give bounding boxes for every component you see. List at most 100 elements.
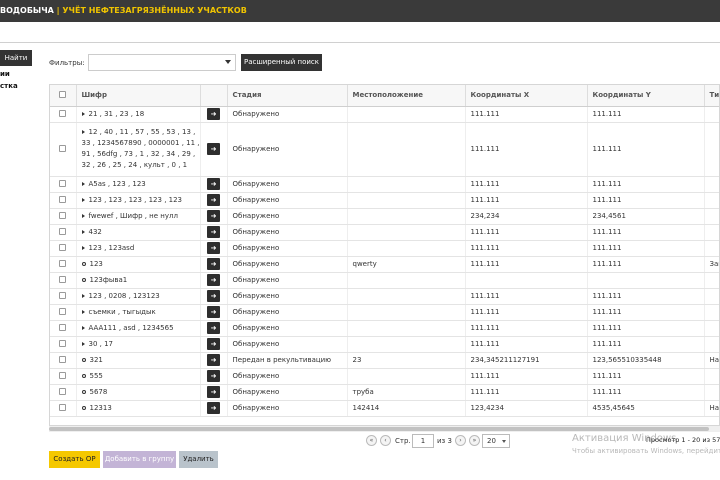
row-checkbox[interactable]: [59, 144, 67, 152]
leaf-circle-icon[interactable]: [81, 261, 86, 266]
column-header-coord-x[interactable]: Координаты X: [465, 85, 588, 107]
leaf-circle-icon[interactable]: [81, 373, 86, 378]
next-page-icon[interactable]: ›: [455, 435, 466, 446]
open-cell: ➜: [200, 336, 228, 353]
table-row[interactable]: 12 , 40 , 11 , 57 , 55 , 53 , 13 , 33 , …: [50, 122, 719, 177]
app-brand[interactable]: ВОДОБЫЧА | УЧЁТ НЕФТЕЗАГРЯЗНЁННЫХ УЧАСТК…: [0, 6, 247, 15]
last-page-icon[interactable]: »: [469, 435, 480, 446]
row-checkbox[interactable]: [59, 275, 67, 283]
open-record-icon[interactable]: ➜: [207, 108, 220, 120]
table-row[interactable]: 123фыва1 ➜ Обнаружено: [50, 272, 719, 289]
column-header-coord-y[interactable]: Координаты Y: [587, 85, 705, 107]
row-checkbox[interactable]: [59, 355, 67, 363]
open-record-icon[interactable]: ➜: [207, 178, 220, 190]
sidebar-link-1[interactable]: ии: [0, 70, 10, 78]
open-record-icon[interactable]: ➜: [207, 338, 220, 350]
table-row[interactable]: 432 ➜ Обнаружено 111.111 111.111: [50, 224, 719, 241]
open-record-icon[interactable]: ➜: [207, 143, 220, 155]
row-checkbox[interactable]: [59, 387, 67, 395]
open-record-icon[interactable]: ➜: [207, 386, 220, 398]
add-to-group-button[interactable]: Добавить в группу: [103, 451, 176, 468]
open-record-icon[interactable]: ➜: [207, 242, 220, 254]
table-row[interactable]: 123 , 123asd ➜ Обнаружено 111.111 111.111: [50, 240, 719, 257]
find-button[interactable]: Найти: [0, 50, 32, 66]
column-header-stage[interactable]: Стадия: [227, 85, 348, 107]
filters-select[interactable]: [88, 54, 236, 71]
expand-arrow-icon[interactable]: [81, 245, 85, 250]
table-row[interactable]: 12313 ➜ Обнаружено 142414 123,4234 4535,45645…: [50, 400, 719, 417]
row-checkbox[interactable]: [59, 403, 67, 411]
row-select-cell: [50, 122, 77, 177]
scrollbar-thumb[interactable]: [49, 427, 709, 431]
advanced-search-button[interactable]: Расширенный поиск: [241, 54, 322, 71]
expand-arrow-icon[interactable]: [81, 309, 85, 314]
open-cell: ➜: [200, 384, 228, 401]
expand-arrow-icon[interactable]: [81, 181, 85, 186]
column-header-location[interactable]: Местоположение: [347, 85, 466, 107]
expand-arrow-icon[interactable]: [81, 197, 85, 202]
table-row[interactable]: 123 , 123 , 123 , 123 , 123 ➜ Обнаружено 11…: [50, 192, 719, 209]
leaf-circle-icon[interactable]: [81, 389, 86, 394]
table-row[interactable]: 123 , 0208 , 123123 ➜ Обнаружено 111.111 111…: [50, 288, 719, 305]
row-checkbox[interactable]: [59, 243, 67, 251]
coord-y-cell: 111.111: [587, 336, 705, 353]
horizontal-scrollbar[interactable]: [49, 426, 720, 432]
leaf-circle-icon[interactable]: [81, 357, 86, 362]
row-checkbox[interactable]: [59, 323, 67, 331]
row-checkbox[interactable]: [59, 307, 67, 315]
column-header-type[interactable]: Ти: [704, 85, 719, 107]
table-row[interactable]: 321 ➜ Передан в рекультивацию 23 234,3452111…: [50, 352, 719, 369]
open-record-icon[interactable]: ➜: [207, 210, 220, 222]
row-checkbox[interactable]: [59, 259, 67, 267]
row-checkbox[interactable]: [59, 371, 67, 379]
row-checkbox[interactable]: [59, 339, 67, 347]
open-record-icon[interactable]: ➜: [207, 258, 220, 270]
code-text: съемки , тыгыдык: [88, 307, 156, 316]
open-record-icon[interactable]: ➜: [207, 370, 220, 382]
create-site-button[interactable]: Создать ОР: [49, 451, 100, 468]
table-row[interactable]: 30 , 17 ➜ Обнаружено 111.111 111.111: [50, 336, 719, 353]
row-checkbox[interactable]: [59, 179, 67, 187]
sidebar-link-2[interactable]: стка: [0, 82, 18, 90]
page-number-input[interactable]: 1: [412, 434, 434, 448]
table-row[interactable]: 123➜Обнаруженоqwerty111.111111.111Загр: [50, 256, 719, 273]
open-record-icon[interactable]: ➜: [207, 194, 220, 206]
expand-arrow-icon[interactable]: [81, 130, 85, 134]
expand-arrow-icon[interactable]: [81, 341, 85, 346]
row-checkbox[interactable]: [59, 291, 67, 299]
leaf-circle-icon[interactable]: [81, 277, 86, 282]
table-row[interactable]: AAA111 , asd , 1234565 ➜ Обнаружено 111.111…: [50, 320, 719, 337]
row-checkbox[interactable]: [59, 195, 67, 203]
open-record-icon[interactable]: ➜: [207, 290, 220, 302]
open-record-icon[interactable]: ➜: [207, 354, 220, 366]
prev-page-icon[interactable]: ‹: [380, 435, 391, 446]
expand-arrow-icon[interactable]: [81, 325, 85, 330]
open-record-icon[interactable]: ➜: [207, 402, 220, 414]
row-checkbox[interactable]: [59, 227, 67, 235]
expand-arrow-icon[interactable]: [81, 229, 85, 234]
column-header-code[interactable]: Шифр: [76, 85, 201, 107]
open-record-icon[interactable]: ➜: [207, 226, 220, 238]
location-cell: qwerty: [347, 256, 466, 273]
type-cell: [704, 384, 719, 401]
leaf-circle-icon[interactable]: [81, 405, 86, 410]
rows-per-page-select[interactable]: 20: [482, 434, 510, 448]
open-record-icon[interactable]: ➜: [207, 274, 220, 286]
delete-button[interactable]: Удалить: [179, 451, 218, 468]
table-row[interactable]: 21 , 31 , 23 , 18 ➜ Обнаружено 111.111 111.1…: [50, 106, 719, 123]
table-row[interactable]: съемки , тыгыдык ➜ Обнаружено 111.111 111.11…: [50, 304, 719, 321]
open-record-icon[interactable]: ➜: [207, 306, 220, 318]
table-row[interactable]: 555 ➜ Обнаружено 111.111 111.111: [50, 368, 719, 385]
expand-arrow-icon[interactable]: [81, 213, 85, 218]
expand-arrow-icon[interactable]: [81, 111, 85, 116]
expand-arrow-icon[interactable]: [81, 293, 85, 298]
table-row[interactable]: A5as , 123 , 123 ➜ Обнаружено 111.111 111.11…: [50, 176, 719, 193]
table-row[interactable]: 5678 ➜ Обнаружено труба 111.111 111.111: [50, 384, 719, 401]
first-page-icon[interactable]: «: [366, 435, 377, 446]
row-checkbox[interactable]: [59, 211, 67, 219]
select-all-checkbox[interactable]: [59, 90, 67, 98]
open-record-icon[interactable]: ➜: [207, 322, 220, 334]
type-cell: [704, 336, 719, 353]
table-row[interactable]: fwewef , Шифр , не нулл ➜ Обнаружено 234,23…: [50, 208, 719, 225]
row-checkbox[interactable]: [59, 109, 67, 117]
